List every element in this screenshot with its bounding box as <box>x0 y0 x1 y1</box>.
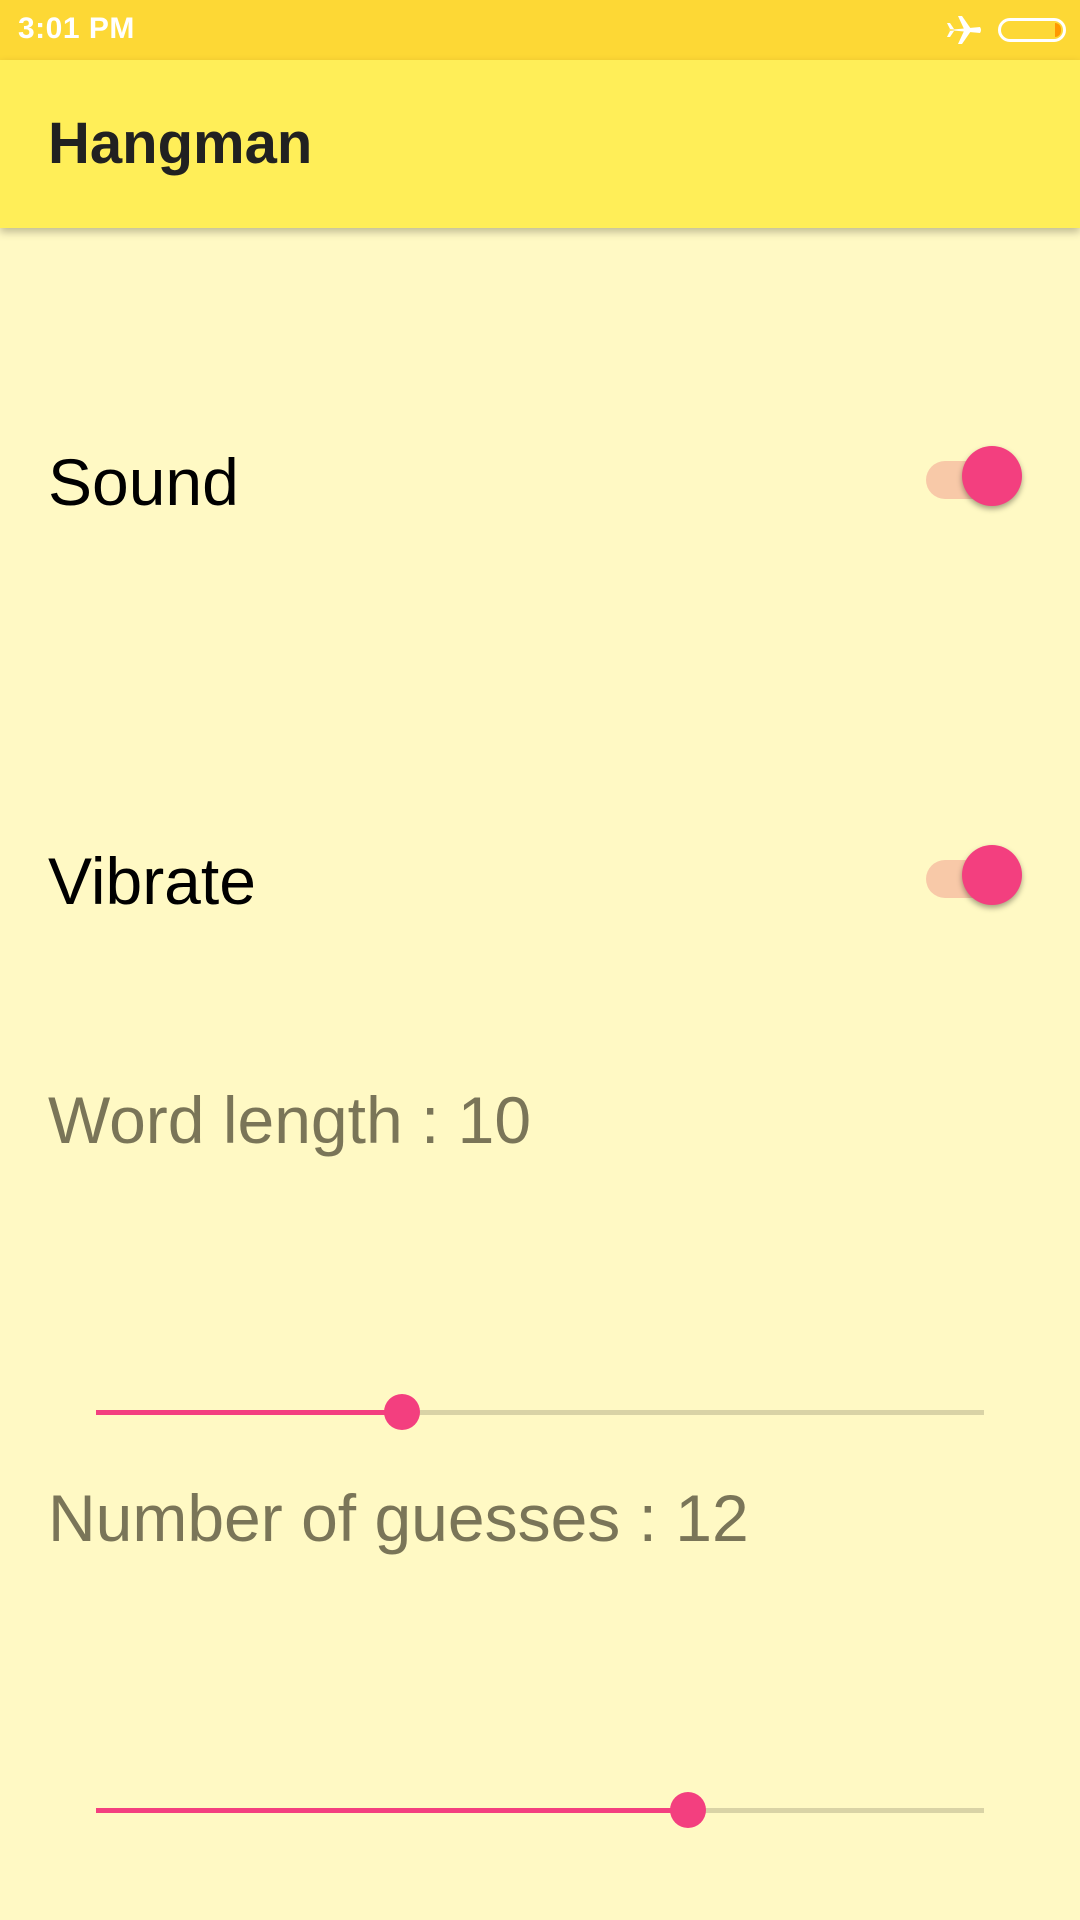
word-length-slider-thumb[interactable] <box>384 1394 421 1430</box>
status-icons <box>946 12 1066 48</box>
vibrate-toggle-thumb[interactable] <box>962 845 1022 905</box>
sound-toggle[interactable] <box>926 446 1022 506</box>
word-length-slider[interactable] <box>96 1392 984 1432</box>
guesses-slider[interactable] <box>96 1790 984 1830</box>
sound-toggle-thumb[interactable] <box>962 446 1022 506</box>
vibrate-toggle[interactable] <box>926 845 1022 905</box>
app-title: Hangman <box>48 111 313 176</box>
sound-setting-row[interactable]: Sound <box>0 416 1080 536</box>
word-length-slider-fill <box>96 1410 403 1415</box>
guesses-slider-fill <box>96 1808 689 1813</box>
status-bar: 3:01 PM <box>0 0 1080 60</box>
airplane-mode-icon <box>946 14 982 46</box>
sound-label: Sound <box>48 445 239 519</box>
status-time: 3:01 PM <box>18 12 135 45</box>
app-bar: Hangman <box>0 60 1080 228</box>
vibrate-label: Vibrate <box>48 844 256 918</box>
guesses-slider-thumb[interactable] <box>670 1792 707 1828</box>
word-length-label: Word length : 10 <box>48 1083 532 1157</box>
battery-level <box>1055 23 1061 37</box>
guesses-label: Number of guesses : 12 <box>48 1481 749 1555</box>
battery-icon <box>998 18 1066 42</box>
vibrate-setting-row[interactable]: Vibrate <box>0 815 1080 935</box>
